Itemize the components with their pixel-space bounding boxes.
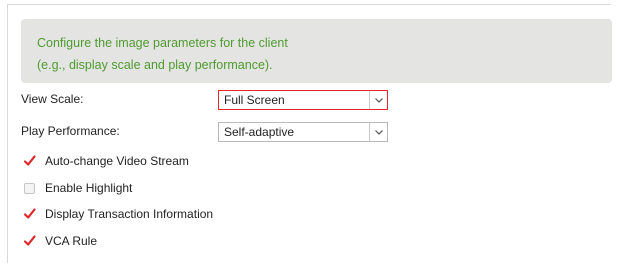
checkbox-unchecked[interactable] — [24, 182, 35, 194]
checkbox-checked[interactable] — [23, 234, 36, 247]
play-performance-value: Self-adaptive — [224, 125, 295, 139]
info-box: Configure the image parameters for the c… — [21, 19, 612, 83]
vca-rule-label: VCA Rule — [45, 234, 98, 248]
auto-change-video-stream-option[interactable]: Auto-change Video Stream — [23, 153, 189, 169]
view-scale-label: View Scale: — [21, 92, 84, 106]
enable-highlight-label: Enable Highlight — [45, 181, 133, 195]
checkbox-checked[interactable] — [23, 154, 36, 167]
play-performance-select[interactable]: Self-adaptive — [218, 122, 388, 142]
chevron-down-icon[interactable] — [369, 123, 387, 141]
display-transaction-information-option[interactable]: Display Transaction Information — [23, 206, 214, 222]
view-scale-value: Full Screen — [224, 93, 285, 107]
enable-highlight-option[interactable]: Enable Highlight — [24, 180, 132, 196]
info-text-line-2: (e.g., display scale and play performanc… — [37, 58, 273, 72]
info-text-line-1: Configure the image parameters for the c… — [37, 36, 288, 50]
display-transaction-information-label: Display Transaction Information — [45, 207, 214, 221]
view-scale-select[interactable]: Full Screen — [218, 90, 388, 110]
checkbox-checked[interactable] — [23, 207, 36, 220]
auto-change-video-stream-label: Auto-change Video Stream — [45, 154, 189, 168]
play-performance-label: Play Performance: — [21, 124, 120, 138]
chevron-down-icon[interactable] — [369, 91, 387, 109]
vca-rule-option[interactable]: VCA Rule — [23, 233, 98, 249]
